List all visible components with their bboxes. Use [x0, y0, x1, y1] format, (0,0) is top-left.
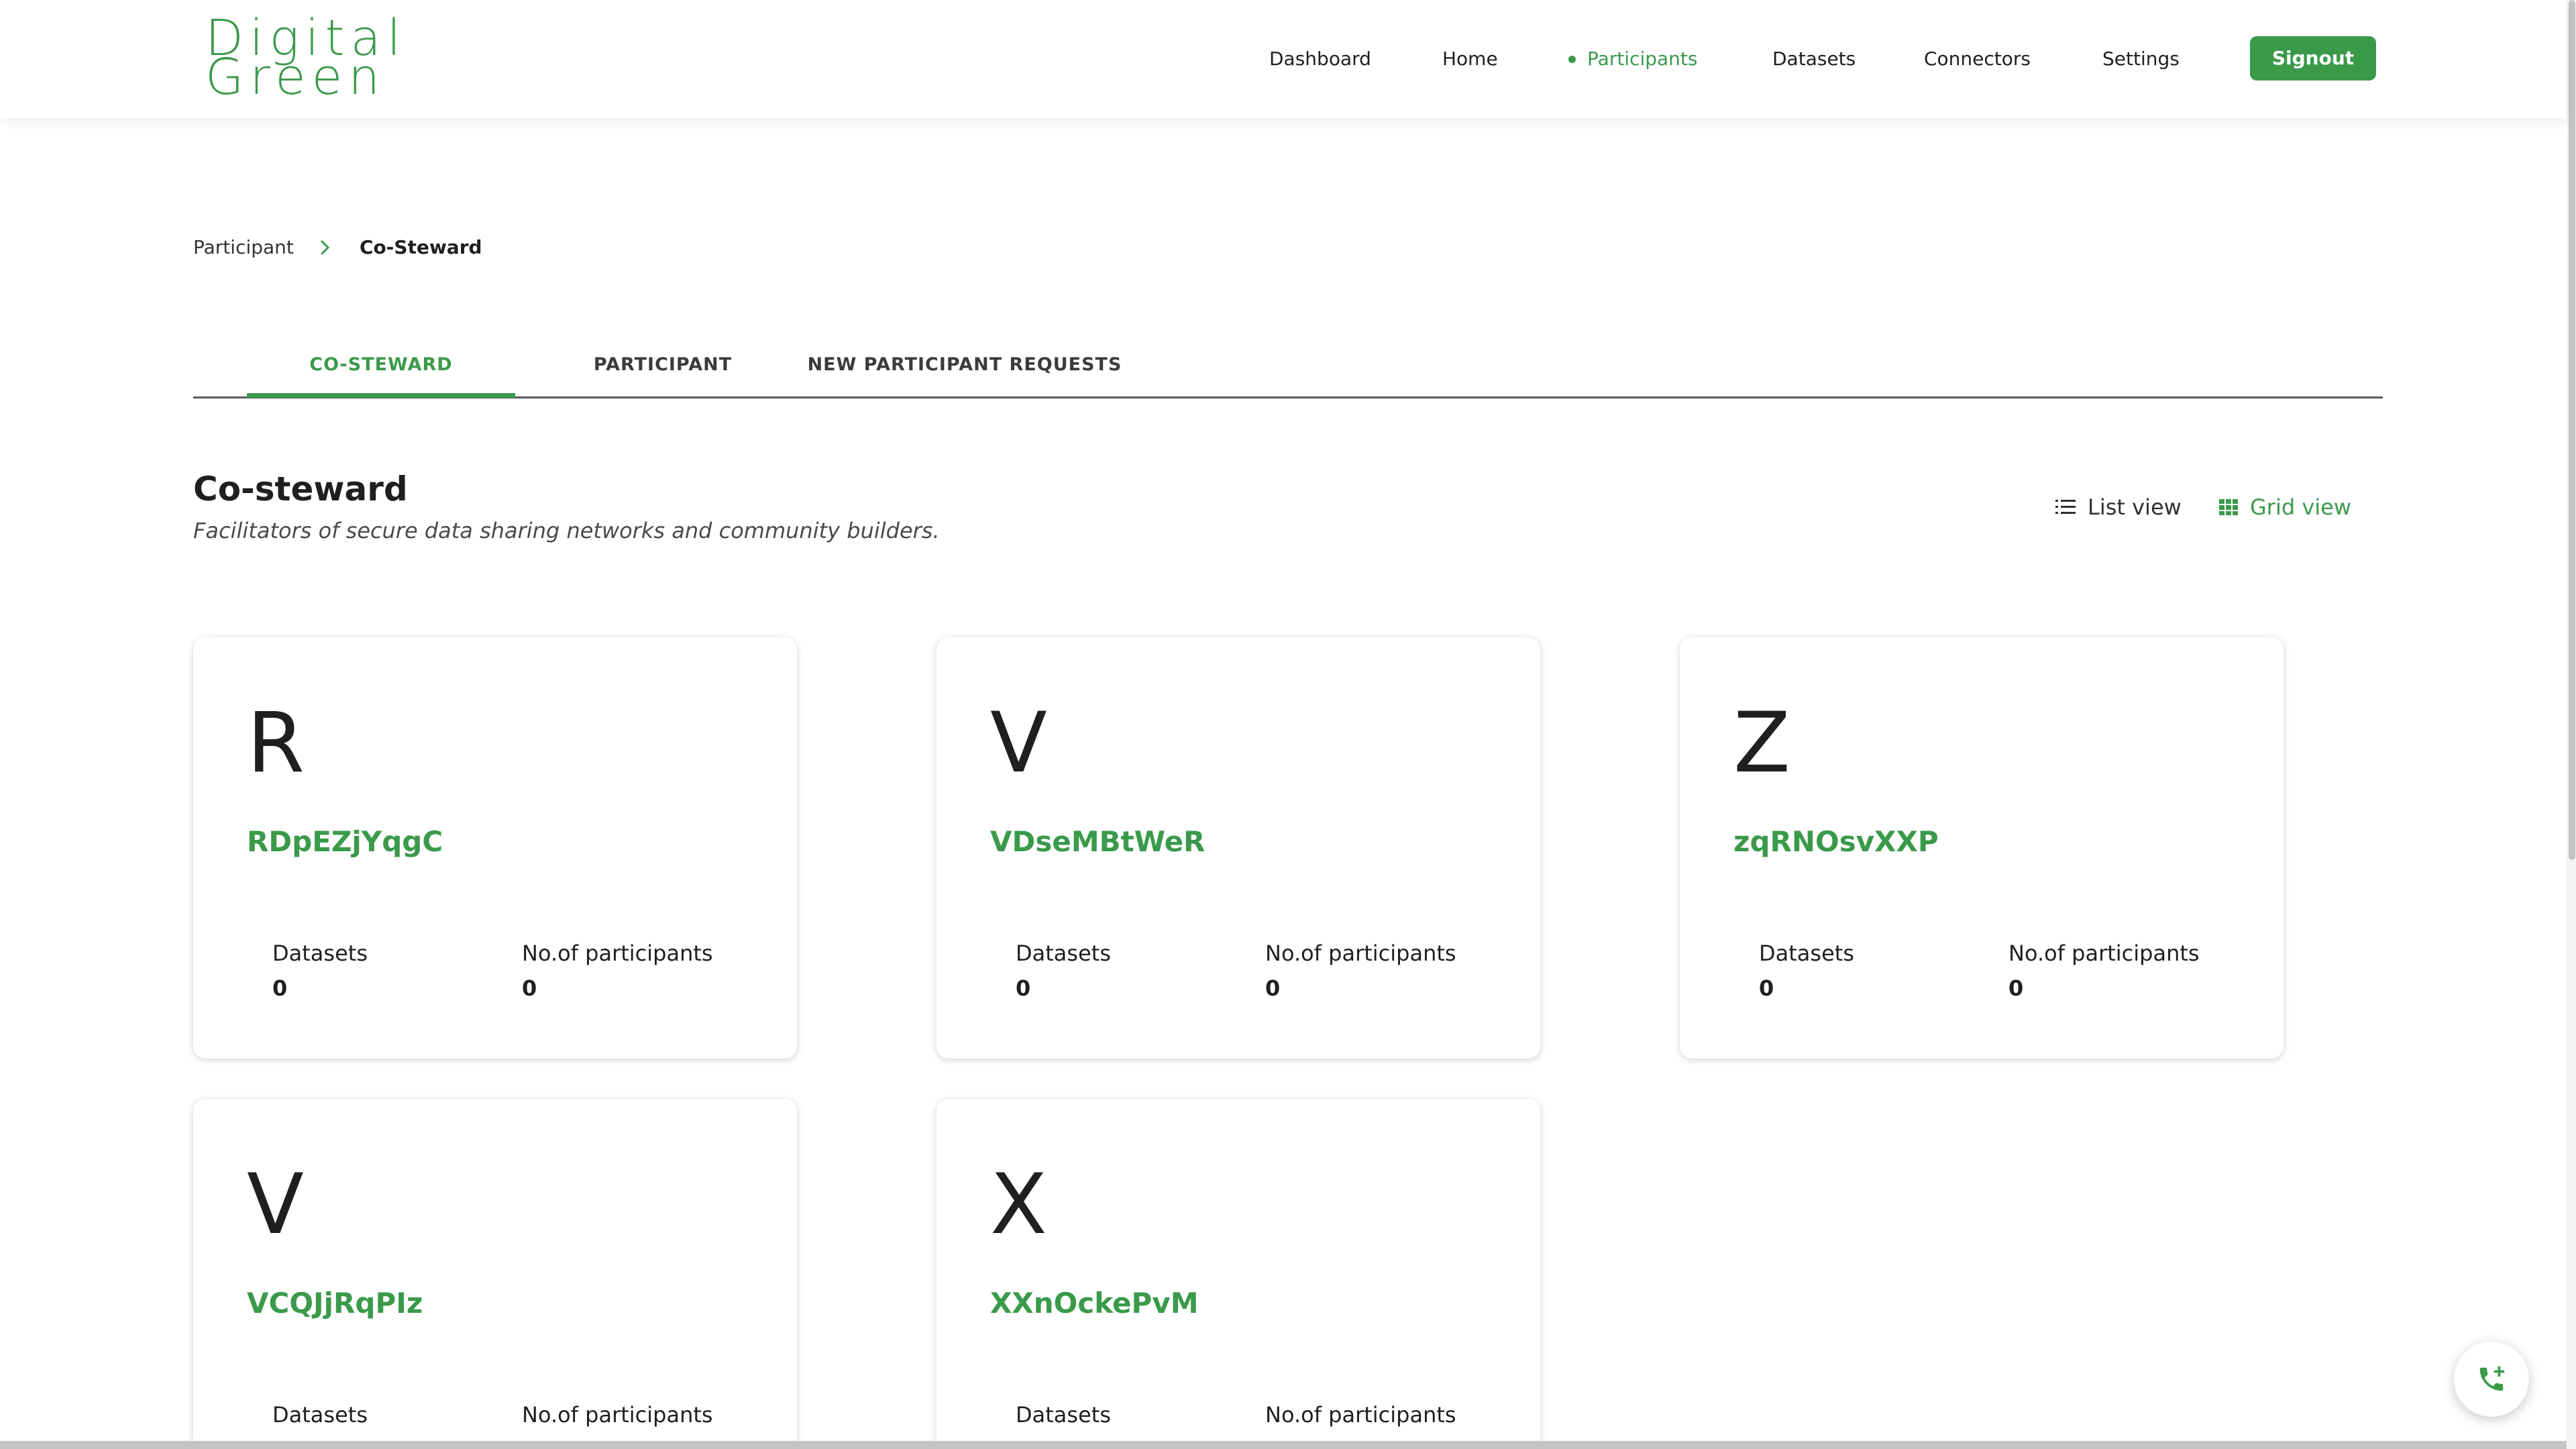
active-indicator-dot	[1568, 56, 1576, 63]
grid-view-toggle[interactable]: Grid view	[2219, 492, 2351, 522]
card-name: zqRNOsvXXP	[1733, 825, 1939, 858]
datasets-label: Datasets	[272, 941, 368, 966]
nav-datasets[interactable]: Datasets	[1772, 44, 1856, 74]
horizontal-scrollbar[interactable]	[0, 1441, 2567, 1449]
list-view-label: List view	[2088, 494, 2182, 520]
phone-add-icon	[2479, 1366, 2505, 1391]
card-initial: V	[247, 1157, 304, 1253]
datasets-label: Datasets	[272, 1402, 368, 1428]
card-initial: Z	[1733, 695, 1790, 792]
co-steward-card[interactable]: Z zqRNOsvXXP Datasets No.of participants…	[1680, 637, 2284, 1059]
list-view-toggle[interactable]: List view	[2055, 492, 2182, 522]
participants-label: No.of participants	[2008, 941, 2200, 966]
vertical-scrollbar-thumb[interactable]	[2569, 0, 2575, 860]
card-initial: R	[247, 695, 305, 792]
participants-count: 0	[522, 975, 537, 1001]
list-icon	[2055, 500, 2076, 514]
nav-dashboard[interactable]: Dashboard	[1269, 44, 1371, 74]
nav-participants[interactable]: Participants	[1568, 44, 1698, 74]
participants-count: 0	[1265, 975, 1281, 1001]
nav-home[interactable]: Home	[1442, 44, 1498, 74]
card-name: RDpEZjYqgC	[247, 825, 443, 858]
grid-view-label: Grid view	[2250, 494, 2352, 520]
section-title: Co-steward	[193, 470, 408, 508]
active-tab-underline	[247, 393, 515, 398]
co-steward-card[interactable]: V VDseMBtWeR Datasets No.of participants…	[936, 637, 1540, 1059]
datasets-count: 0	[272, 975, 288, 1001]
co-steward-card[interactable]: V VCQJjRqPIz Datasets No.of participants	[193, 1099, 797, 1449]
participants-label: No.of participants	[522, 1402, 713, 1428]
tab-participant[interactable]: PARTICIPANT	[529, 335, 797, 397]
brand-logo[interactable]: Digital Green	[205, 13, 420, 102]
co-steward-card[interactable]: R RDpEZjYqgC Datasets No.of participants…	[193, 637, 797, 1059]
nav-participants-label: Participants	[1587, 48, 1698, 70]
contact-fab-button[interactable]	[2454, 1342, 2529, 1417]
participants-count: 0	[2008, 975, 2024, 1001]
datasets-label: Datasets	[1759, 941, 1854, 966]
participants-label: No.of participants	[1265, 941, 1456, 966]
chevron-right-icon	[318, 236, 333, 264]
datasets-count: 0	[1016, 975, 1031, 1001]
signout-button[interactable]: Signout	[2250, 36, 2376, 80]
participants-label: No.of participants	[522, 941, 713, 966]
breadcrumb-current: Co-Steward	[360, 236, 482, 258]
participant-tabs: CO-STEWARD PARTICIPANT NEW PARTICIPANT R…	[193, 335, 2383, 398]
tab-new-participant-requests[interactable]: NEW PARTICIPANT REQUESTS	[797, 335, 1132, 397]
breadcrumb-participant[interactable]: Participant	[193, 236, 294, 258]
card-name: VCQJjRqPIz	[247, 1287, 423, 1320]
datasets-count: 0	[1759, 975, 1774, 1001]
datasets-label: Datasets	[1016, 1402, 1111, 1428]
participants-label: No.of participants	[1265, 1402, 1456, 1428]
top-header: Digital Green Dashboard Home Participant…	[0, 0, 2567, 118]
grid-icon	[2219, 499, 2238, 515]
co-steward-card[interactable]: X XXnOckePvM Datasets No.of participants	[936, 1099, 1540, 1449]
page: Digital Green Dashboard Home Participant…	[0, 0, 2576, 1449]
datasets-label: Datasets	[1016, 941, 1111, 966]
card-initial: X	[990, 1157, 1047, 1253]
section-subtitle: Facilitators of secure data sharing netw…	[193, 518, 940, 543]
tab-co-steward[interactable]: CO-STEWARD	[247, 335, 515, 397]
card-name: VDseMBtWeR	[990, 825, 1205, 858]
card-name: XXnOckePvM	[990, 1287, 1199, 1320]
card-initial: V	[990, 695, 1047, 792]
nav-connectors[interactable]: Connectors	[1924, 44, 2031, 74]
nav-settings[interactable]: Settings	[2102, 44, 2180, 74]
